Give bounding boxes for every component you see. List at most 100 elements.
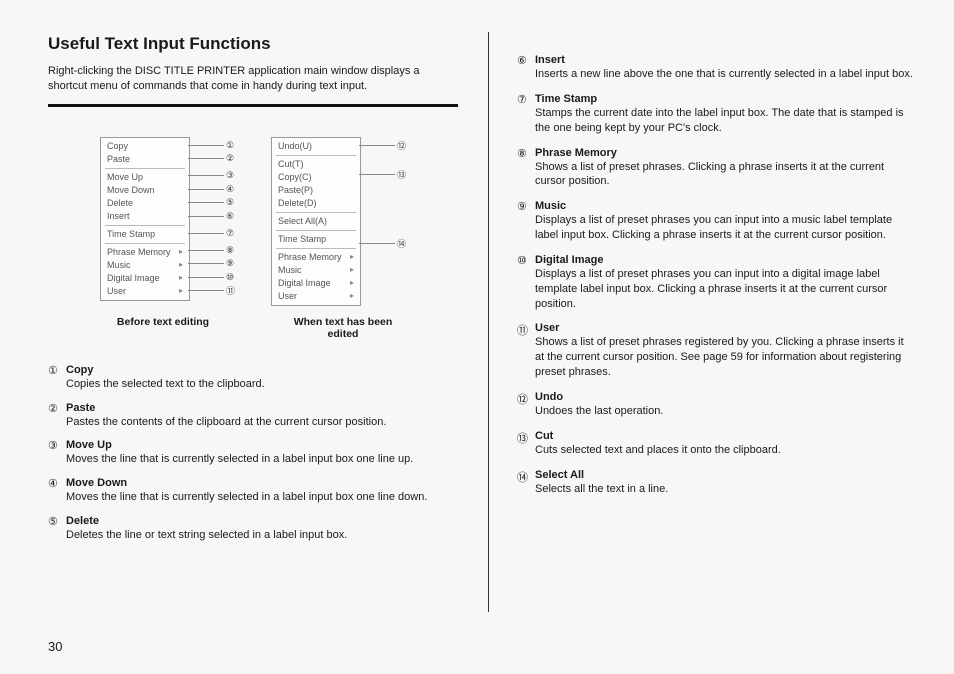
definition-desc: Shows a list of preset phrases. Clicking… [535, 161, 884, 188]
definition-number: ⑫ [517, 391, 535, 407]
callout-number: ⑦ [188, 227, 235, 240]
menu-item: Insert [101, 210, 189, 223]
menu-item: Phrase Memory [101, 246, 189, 259]
menu-item: Copy(C) [272, 171, 360, 184]
definition-title: Move Up [66, 439, 413, 451]
definition-number: ⑬ [517, 430, 535, 446]
left-column: Useful Text Input Functions Right-clicki… [48, 30, 468, 630]
definition-item: ⑫Undo Undoes the last operation. [517, 391, 914, 419]
definition-item: ⑦Time Stamp Stamps the current date into … [517, 93, 914, 136]
definitions-left: ①CopyCopies the selected text to the cli… [48, 364, 458, 543]
menu-item: Digital Image [101, 272, 189, 285]
callouts-right: ⑫⑬⑭ [359, 137, 406, 250]
definition-item: ⑬Cut Cuts selected text and places it ont… [517, 430, 914, 458]
menu-item: User [101, 285, 189, 298]
definition-number: ⑭ [517, 469, 535, 485]
definition-item: ⑥InsertInserts a new line above the one … [517, 54, 914, 82]
menu-item: Digital Image [272, 277, 360, 290]
definition-number: ⑤ [48, 515, 66, 528]
menu-item: Phrase Memory [272, 251, 360, 264]
callout-number: ⑫ [359, 139, 406, 152]
callout-number: ⑬ [359, 168, 406, 181]
definition-desc: Undoes the last operation. [535, 405, 663, 417]
definition-number: ① [48, 364, 66, 377]
callout-number: ① [188, 139, 235, 152]
definition-desc: Displays a list of preset phrases you ca… [535, 214, 892, 241]
diagram-captions: Before text editing When text has been e… [48, 316, 458, 340]
definition-title: Phrase Memory [535, 147, 914, 159]
definition-title: Copy [66, 364, 265, 376]
menu-item: Cut(T) [272, 158, 360, 171]
definition-title: Paste [66, 402, 386, 414]
definition-desc: Displays a list of preset phrases you ca… [535, 268, 887, 310]
definition-desc: Stamps the current date into the label i… [535, 107, 904, 134]
definition-number: ③ [48, 439, 66, 452]
definition-number: ② [48, 402, 66, 415]
definition-title: Move Down [66, 477, 427, 489]
definition-desc: Moves the line that is currently selecte… [66, 453, 413, 465]
definition-item: ⑭Select All Selects all the text in a lin… [517, 469, 914, 497]
menu-item: Undo(U) [272, 140, 360, 153]
menu-item: Move Down [101, 184, 189, 197]
menu-item: Music [272, 264, 360, 277]
page-number: 30 [48, 639, 62, 654]
menu-item: Delete(D) [272, 197, 360, 210]
callout-number: ⑤ [188, 196, 235, 209]
callout-number: ④ [188, 183, 235, 196]
definition-title: Music [535, 200, 914, 212]
definition-number: ⑧ [517, 147, 535, 160]
definition-title: Digital Image [535, 254, 914, 266]
context-menu-before: CopyPaste Move UpMove DownDeleteInsert Tim… [100, 137, 190, 301]
menu-item: User [272, 290, 360, 303]
context-menu-after: Undo(U) Cut(T)Copy(C)Paste(P)Delete(D) Sel… [271, 137, 361, 306]
definition-title: User [535, 322, 914, 334]
menu-diagram: CopyPaste Move UpMove DownDeleteInsert Tim… [48, 137, 458, 306]
definition-item: ④Move Down Moves the line that is current… [48, 477, 458, 505]
definition-item: ⑨Music Displays a list of preset phrases … [517, 200, 914, 243]
menu-right-wrap: Undo(U) Cut(T)Copy(C)Paste(P)Delete(D) Sel… [271, 137, 406, 306]
callout-number: ⑩ [188, 271, 235, 284]
menu-item: Move Up [101, 171, 189, 184]
definition-number: ⑥ [517, 54, 535, 67]
definition-desc: Inserts a new line above the one that is… [535, 68, 913, 80]
definition-desc: Moves the line that is currently selecte… [66, 491, 427, 503]
callout-number: ⑧ [188, 244, 235, 257]
definition-item: ②Paste Pastes the contents of the clipboa… [48, 402, 458, 430]
definition-title: Cut [535, 430, 781, 442]
definition-desc: Deletes the line or text string selected… [66, 529, 347, 541]
right-column: ⑥InsertInserts a new line above the one … [509, 30, 914, 630]
definition-item: ⑤DeleteDeletes the line or text string s… [48, 515, 458, 543]
definitions-right: ⑥InsertInserts a new line above the one … [517, 54, 914, 497]
page-columns: Useful Text Input Functions Right-clicki… [48, 30, 914, 630]
caption-left: Before text editing [103, 316, 223, 340]
menu-item: Time Stamp [272, 233, 360, 246]
menu-item: Delete [101, 197, 189, 210]
definition-number: ⑦ [517, 93, 535, 106]
menu-item: Select All(A) [272, 215, 360, 228]
definition-desc: Shows a list of preset phrases registere… [535, 336, 904, 378]
section-heading: Useful Text Input Functions [48, 34, 458, 54]
definition-title: Undo [535, 391, 663, 403]
definition-number: ⑨ [517, 200, 535, 213]
menu-item: Music [101, 259, 189, 272]
menu-item: Paste [101, 153, 189, 166]
caption-right: When text has been edited [283, 316, 403, 340]
definition-title: Time Stamp [535, 93, 914, 105]
definition-desc: Cuts selected text and places it onto th… [535, 444, 781, 456]
definition-item: ⑪User Shows a list of preset phrases regi… [517, 322, 914, 380]
definition-desc: Pastes the contents of the clipboard at … [66, 416, 386, 428]
definition-item: ①CopyCopies the selected text to the cli… [48, 364, 458, 392]
definition-desc: Selects all the text in a line. [535, 483, 668, 495]
definition-item: ③Move Up Moves the line that is currently… [48, 439, 458, 467]
menu-item: Copy [101, 140, 189, 153]
menu-item: Paste(P) [272, 184, 360, 197]
callout-number: ③ [188, 169, 235, 182]
callouts-left: ①②③④⑤⑥⑦⑧⑨⑩⑪ [188, 137, 235, 298]
definition-title: Select All [535, 469, 668, 481]
definition-number: ⑪ [517, 322, 535, 338]
definition-number: ⑩ [517, 254, 535, 267]
column-divider [488, 32, 489, 612]
definition-item: ⑩Digital Image Displays a list of preset … [517, 254, 914, 312]
menu-item: Time Stamp [101, 228, 189, 241]
definition-number: ④ [48, 477, 66, 490]
